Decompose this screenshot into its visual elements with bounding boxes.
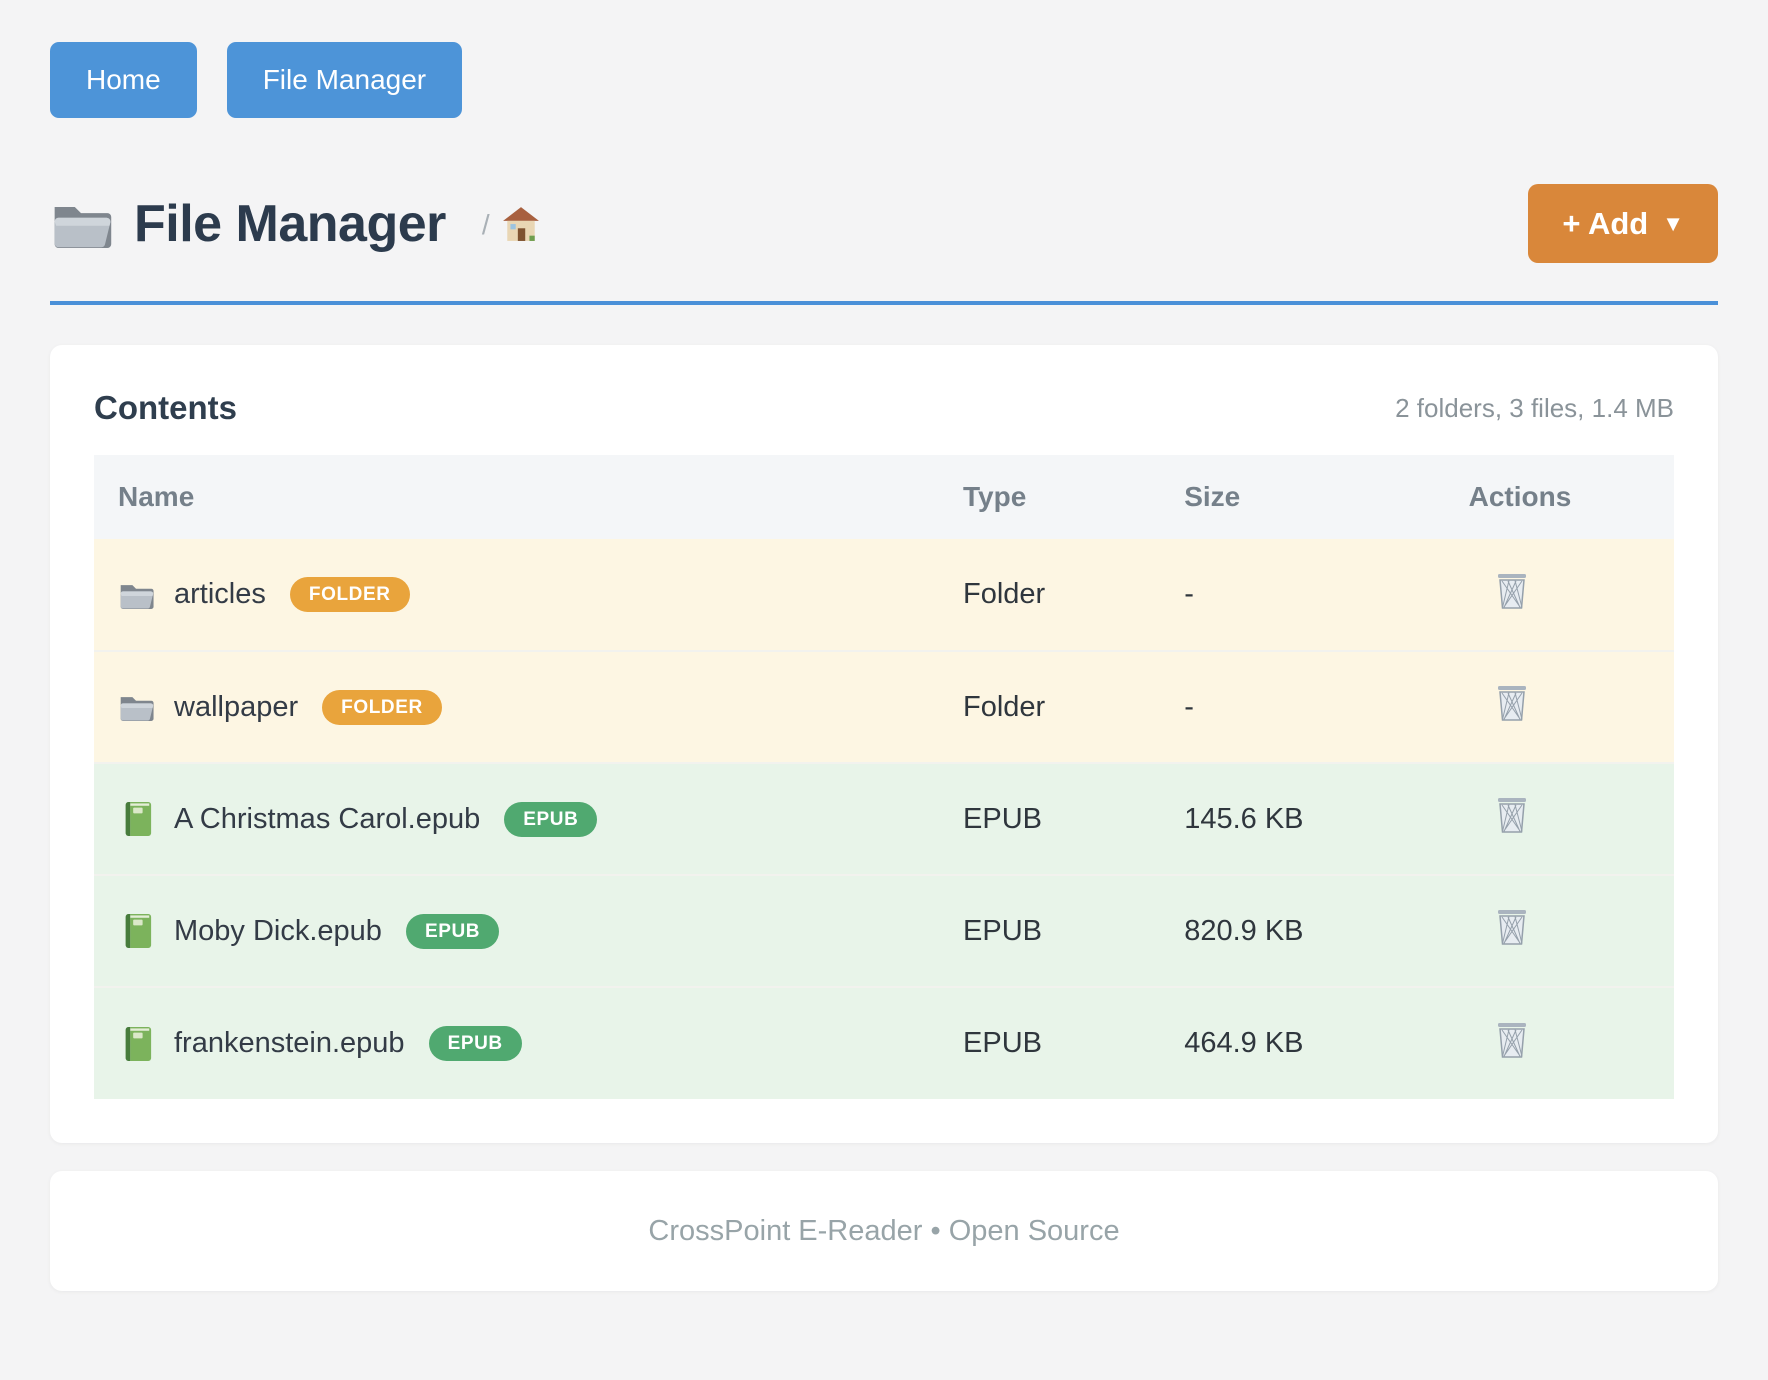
- delete-button[interactable]: [1495, 796, 1529, 834]
- table-row[interactable]: articles FOLDER Folder -: [94, 539, 1674, 651]
- delete-button[interactable]: [1495, 908, 1529, 946]
- row-type: EPUB: [963, 763, 1184, 875]
- row-size: -: [1184, 651, 1468, 763]
- table-row[interactable]: frankenstein.epub EPUB EPUB 464.9 KB: [94, 987, 1674, 1099]
- table-row[interactable]: A Christmas Carol.epub EPUB EPUB 145.6 K…: [94, 763, 1674, 875]
- delete-button[interactable]: [1495, 1021, 1529, 1059]
- contents-summary: 2 folders, 3 files, 1.4 MB: [1395, 393, 1674, 424]
- row-name[interactable]: Moby Dick.epub: [174, 915, 382, 948]
- home-button[interactable]: Home: [50, 42, 197, 118]
- row-name[interactable]: A Christmas Carol.epub: [174, 803, 480, 836]
- column-header-name: Name: [94, 455, 963, 539]
- folder-icon: [118, 578, 154, 612]
- book-icon: [118, 802, 154, 836]
- footer-text: CrossPoint E-Reader • Open Source: [648, 1215, 1119, 1248]
- file-table: Name Type Size Actions articles FOLDER F…: [94, 455, 1674, 1099]
- table-row[interactable]: wallpaper FOLDER Folder -: [94, 651, 1674, 763]
- row-size: -: [1184, 539, 1468, 651]
- add-button[interactable]: + Add ▼: [1528, 184, 1718, 263]
- trash-icon: [1495, 796, 1529, 834]
- trash-icon: [1495, 684, 1529, 722]
- add-button-label: + Add: [1562, 208, 1648, 239]
- row-type: Folder: [963, 539, 1184, 651]
- column-header-actions: Actions: [1469, 455, 1674, 539]
- row-name[interactable]: frankenstein.epub: [174, 1027, 405, 1060]
- page: Home File Manager File Manager / + Add ▼…: [0, 0, 1768, 1291]
- page-title: File Manager: [134, 194, 446, 254]
- file-table-body: articles FOLDER Folder - wallpaper: [94, 539, 1674, 1099]
- row-type: Folder: [963, 651, 1184, 763]
- breadcrumb: /: [482, 205, 540, 243]
- chevron-down-icon: ▼: [1662, 213, 1684, 235]
- top-nav: Home File Manager: [50, 42, 1718, 118]
- row-name[interactable]: wallpaper: [174, 691, 298, 724]
- table-row[interactable]: Moby Dick.epub EPUB EPUB 820.9 KB: [94, 875, 1674, 987]
- type-badge: EPUB: [504, 802, 597, 837]
- column-header-type: Type: [963, 455, 1184, 539]
- type-badge: FOLDER: [290, 577, 410, 612]
- book-icon: [118, 914, 154, 948]
- page-header: File Manager / + Add ▼: [50, 184, 1718, 263]
- home-icon[interactable]: [502, 205, 540, 241]
- folder-icon: [50, 197, 112, 251]
- row-size: 464.9 KB: [1184, 987, 1468, 1099]
- delete-button[interactable]: [1495, 572, 1529, 610]
- contents-title: Contents: [94, 389, 237, 427]
- trash-icon: [1495, 572, 1529, 610]
- table-header-row: Name Type Size Actions: [94, 455, 1674, 539]
- breadcrumb-separator: /: [482, 209, 490, 241]
- book-icon: [118, 1027, 154, 1061]
- row-type: EPUB: [963, 987, 1184, 1099]
- footer: CrossPoint E-Reader • Open Source: [50, 1171, 1718, 1291]
- type-badge: EPUB: [406, 914, 499, 949]
- folder-icon: [118, 690, 154, 724]
- type-badge: EPUB: [429, 1026, 522, 1061]
- delete-button[interactable]: [1495, 684, 1529, 722]
- file-manager-button[interactable]: File Manager: [227, 42, 462, 118]
- row-name[interactable]: articles: [174, 578, 266, 611]
- trash-icon: [1495, 908, 1529, 946]
- row-size: 820.9 KB: [1184, 875, 1468, 987]
- column-header-size: Size: [1184, 455, 1468, 539]
- title-divider: [50, 301, 1718, 305]
- trash-icon: [1495, 1021, 1529, 1059]
- row-type: EPUB: [963, 875, 1184, 987]
- contents-card: Contents 2 folders, 3 files, 1.4 MB Name…: [50, 345, 1718, 1143]
- row-size: 145.6 KB: [1184, 763, 1468, 875]
- type-badge: FOLDER: [322, 690, 442, 725]
